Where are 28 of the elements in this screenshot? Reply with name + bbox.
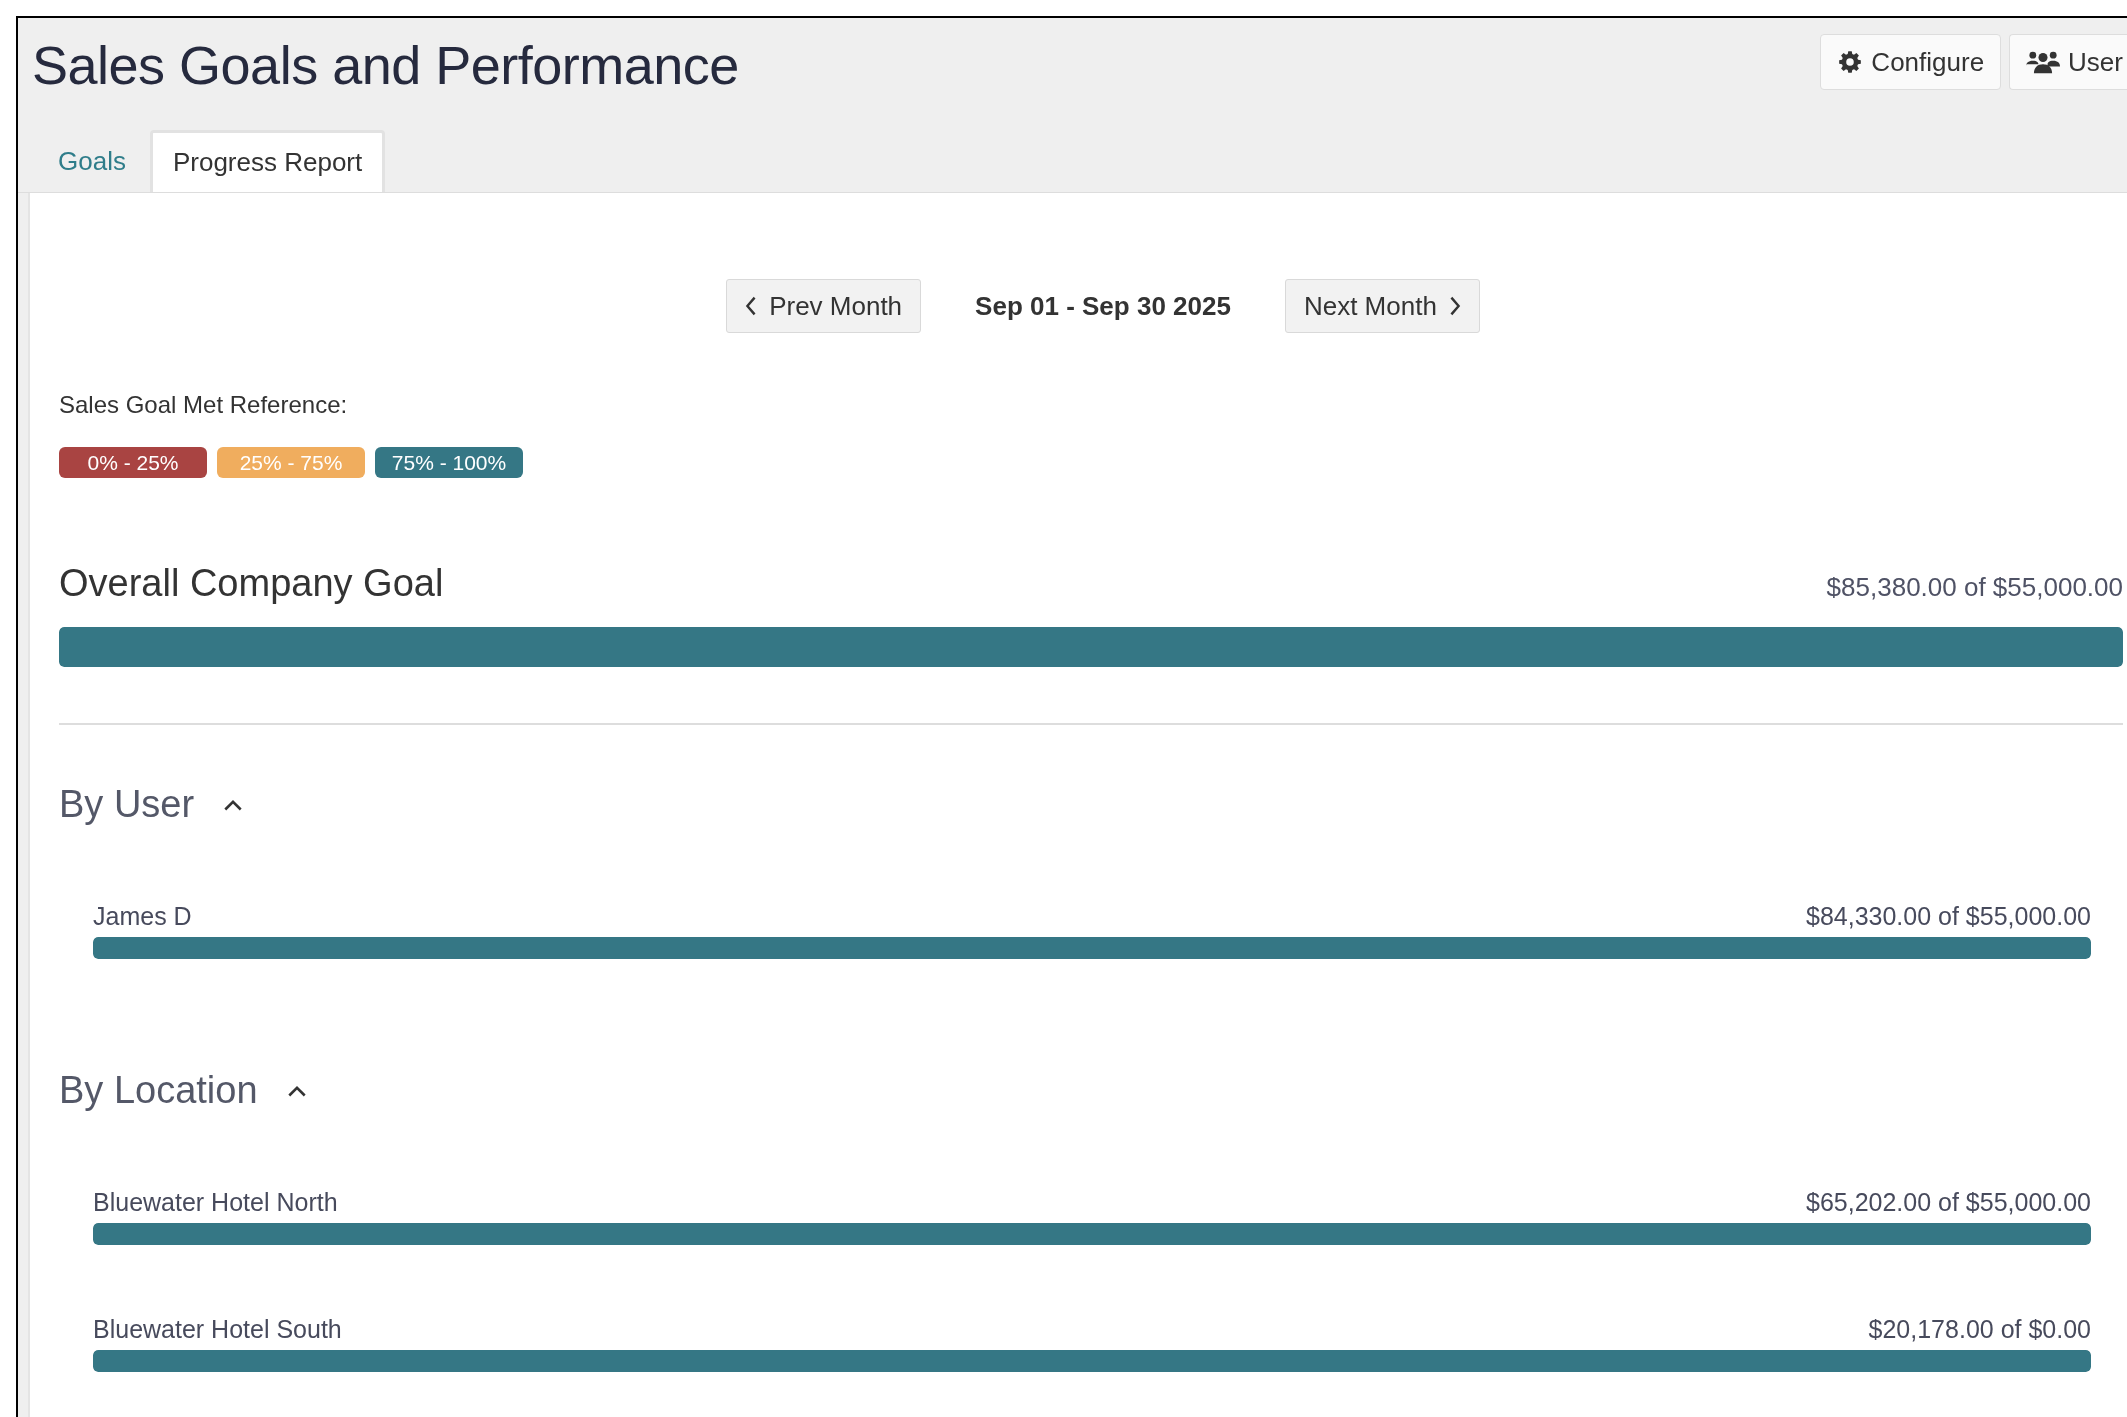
settings-icon (1837, 49, 1864, 75)
legend-label: Sales Goal Met Reference: (59, 391, 349, 419)
date-range: Sep 01 - Sep 30 2025 (975, 290, 1231, 322)
goal-amount: $85,380.00 of $55,000.00 (1826, 572, 2124, 603)
page-title: Sales Goals and Performance (32, 34, 739, 96)
prev-month-button[interactable]: Prev Month (726, 279, 922, 333)
chevron-right-icon (1448, 296, 1461, 316)
row-name: Bluewater Hotel South (93, 1315, 342, 1344)
row-amount: $65,202.00 of $55,000.00 (1806, 1188, 2091, 1217)
next-month-button[interactable]: Next Month (1284, 279, 1480, 333)
header-button[interactable]: Configure (1820, 34, 2002, 90)
chevron-up-icon[interactable] (287, 1084, 306, 1097)
row-name: James D (93, 902, 192, 931)
legend-badge: 0% - 25% (59, 447, 207, 478)
section-title: By Location (59, 1069, 258, 1112)
chevron-left-icon (745, 296, 758, 316)
row-name: Bluewater Hotel North (93, 1188, 338, 1217)
row-amount: $84,330.00 of $55,000.00 (1806, 902, 2091, 931)
row-amount: $20,178.00 of $0.00 (1868, 1315, 2091, 1344)
users-icon (2026, 49, 2061, 75)
chevron-up-icon[interactable] (224, 798, 243, 811)
legend-badge: 25% - 75% (217, 447, 365, 478)
header-button[interactable]: User (2009, 34, 2127, 90)
tab[interactable]: Progress Report (149, 130, 386, 192)
legend-badge: 75% - 100% (375, 447, 523, 478)
tab[interactable]: Goals (38, 130, 146, 192)
goal-title: Overall Company Goal (59, 562, 444, 605)
section-title: By User (59, 783, 195, 826)
